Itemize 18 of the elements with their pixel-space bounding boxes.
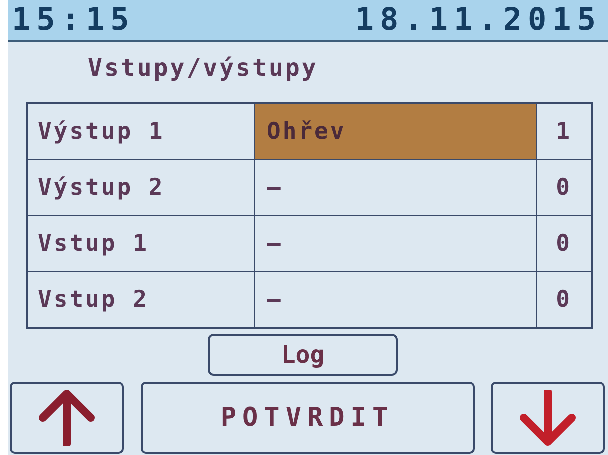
io-label: Vstup 1: [28, 216, 255, 271]
screen-title: Vstupy/výstupy: [87, 53, 320, 84]
io-function-cell[interactable]: Ohřev: [255, 104, 537, 159]
io-state: 0: [555, 174, 573, 202]
io-label: Vstup 2: [28, 272, 255, 327]
io-function-cell[interactable]: –: [255, 272, 537, 327]
log-button[interactable]: Log: [208, 334, 398, 376]
down-button[interactable]: [491, 382, 605, 454]
confirm-button[interactable]: POTVRDIT: [140, 382, 474, 454]
io-state: 0: [555, 230, 573, 258]
date: 18.11.2015: [355, 2, 602, 38]
io-state: 0: [555, 286, 573, 314]
io-label: Výstup 2: [28, 160, 255, 215]
io-function-cell[interactable]: –: [255, 216, 537, 271]
io-function-cell[interactable]: –: [255, 160, 537, 215]
up-button[interactable]: [10, 382, 124, 454]
io-state: 1: [555, 118, 573, 146]
clock-time: 15:15: [12, 2, 136, 38]
